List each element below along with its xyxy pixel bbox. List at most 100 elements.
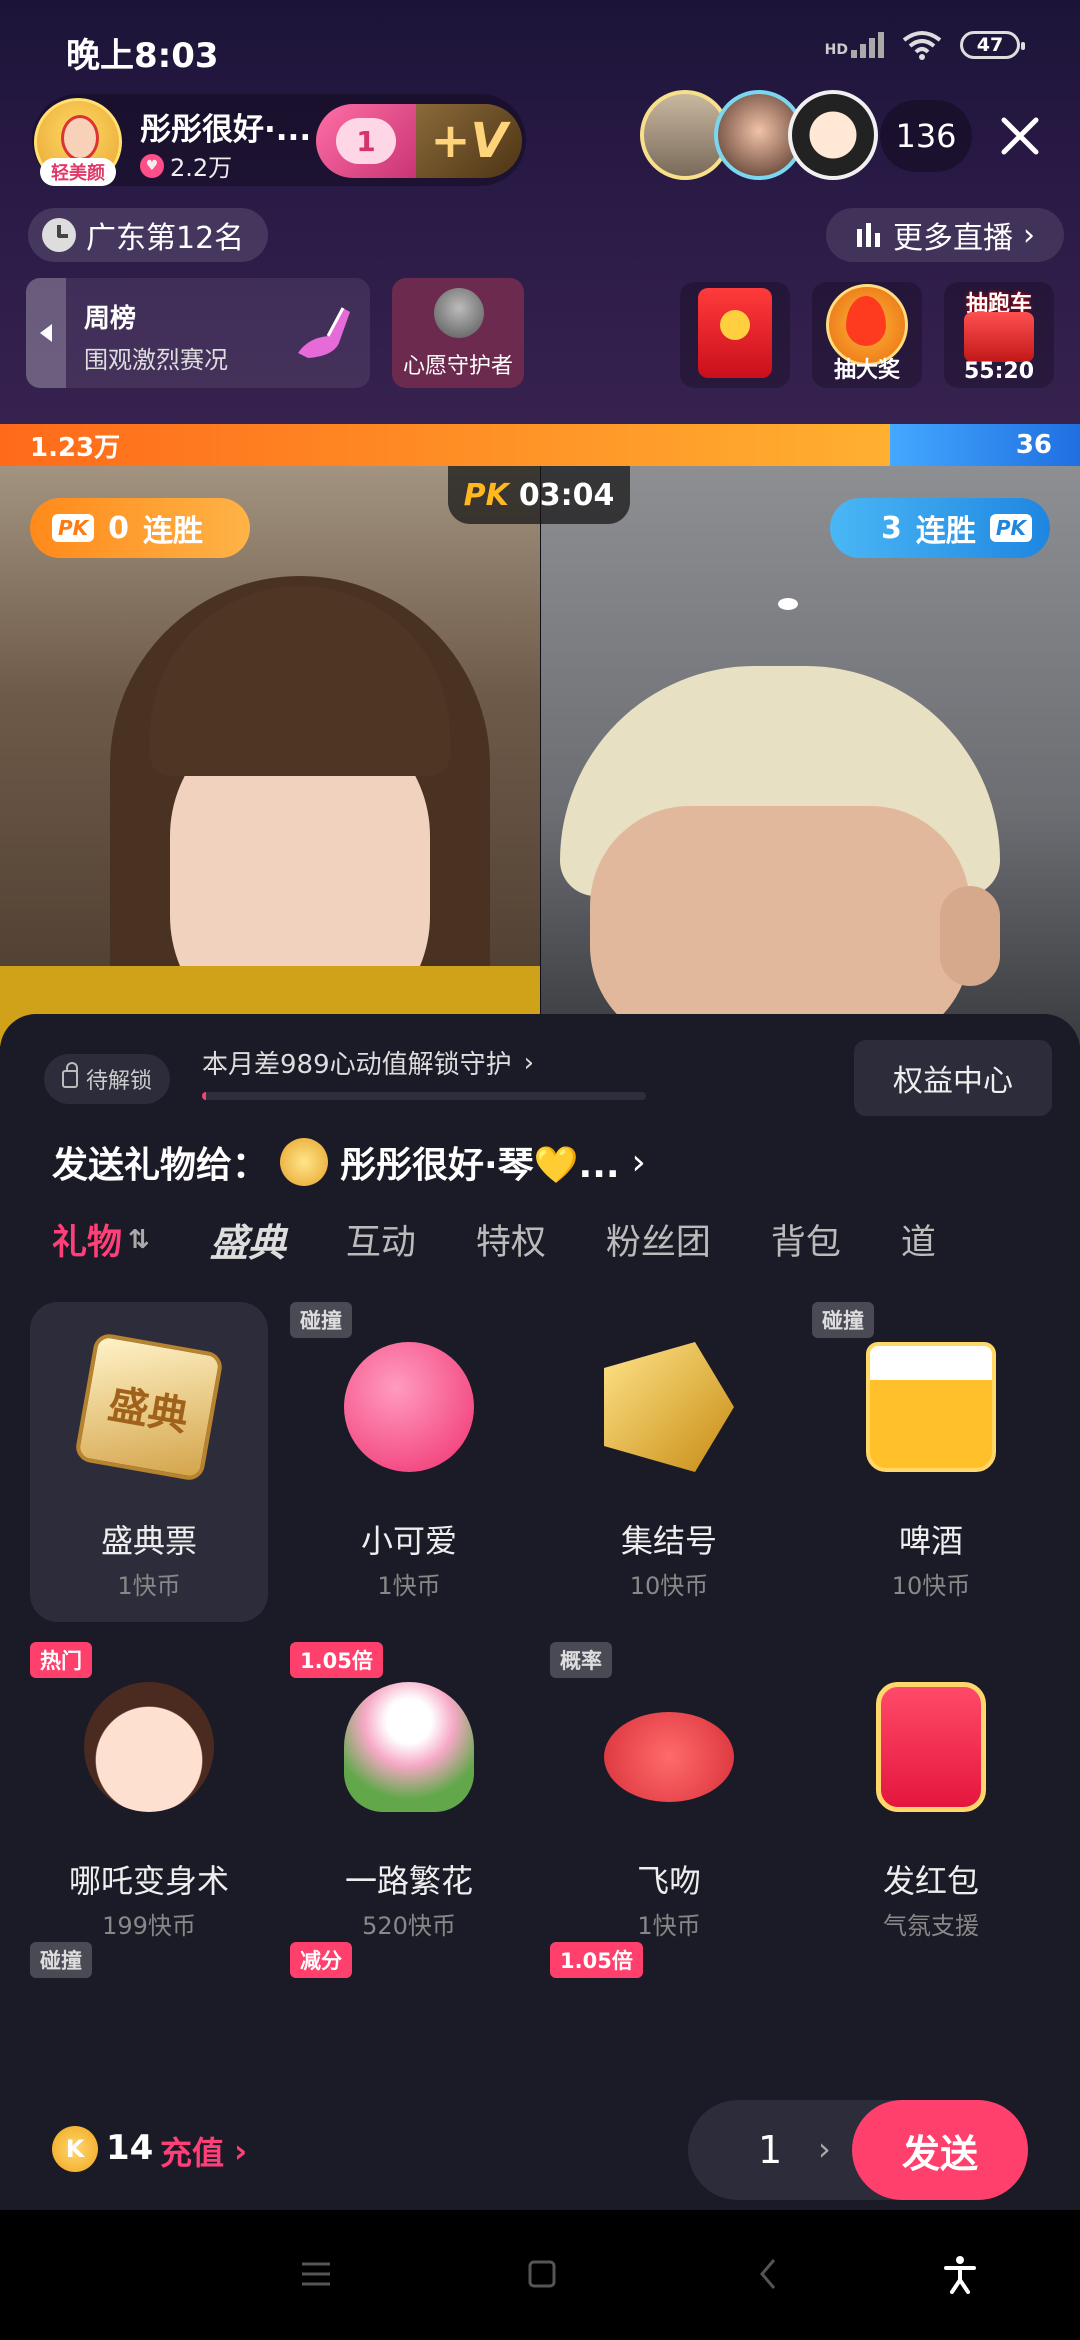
host-name[interactable]: 彤彤很好·...: [140, 104, 311, 149]
gift-item-beer[interactable]: 碰撞 啤酒 10快币: [812, 1302, 1050, 1622]
signal-icon: HD: [825, 32, 884, 58]
chevron-right-icon: ›: [1023, 217, 1035, 253]
gift-badge: 1.05倍: [550, 1942, 643, 1978]
wish-guardian-card[interactable]: 心愿守护者: [392, 278, 524, 388]
home-icon[interactable]: [522, 2254, 562, 2294]
gift-price: 1快币: [637, 1912, 701, 1940]
gift-badge: 碰撞: [30, 1942, 92, 1978]
gift-price: 10快币: [891, 1572, 971, 1600]
top-viewers[interactable]: [640, 90, 878, 180]
send-to-prefix: 发送礼物给：: [52, 1145, 269, 1186]
weekly-rank-card[interactable]: 周榜 围观激烈赛况: [26, 278, 370, 388]
chevron-right-icon: ›: [234, 2132, 248, 2170]
more-live-button[interactable]: 更多直播 ›: [826, 208, 1064, 262]
gift-row-partial: 碰撞 减分 1.05倍: [30, 1942, 1080, 2002]
tab-fan-club[interactable]: 粉丝团: [606, 1214, 711, 1265]
chevron-right-icon: ›: [523, 1047, 535, 1078]
host-likes: ♥ 2.2万: [140, 148, 232, 183]
right-win-streak: 3 连胜 PK: [830, 498, 1050, 558]
lips-icon: [604, 1712, 734, 1802]
menu-icon[interactable]: [296, 2254, 336, 2294]
left-win-streak: PK 0 连胜: [30, 498, 250, 558]
status-bar: 晚上8:03 HD 47: [0, 0, 1080, 90]
ticket-icon: 盛典: [73, 1331, 225, 1483]
gift-price: 520快币: [362, 1912, 456, 1940]
left-streak-count: 0: [108, 510, 130, 546]
coin-balance: 14: [106, 2128, 154, 2168]
gift-item-cutie[interactable]: 碰撞 小可爱 1快币: [290, 1302, 528, 1622]
gift-item-ceremony-ticket[interactable]: 盛典 盛典票 1快币: [30, 1302, 268, 1622]
pk-chip: PK: [989, 514, 1032, 542]
tab-interaction[interactable]: 互动: [346, 1214, 416, 1265]
gift-badge: 热门: [30, 1642, 92, 1678]
recipient-avatar: [280, 1138, 329, 1186]
chevron-right-icon: ›: [631, 1141, 646, 1183]
tab-gifts-label: 礼物: [52, 1223, 123, 1263]
pk-score-bar: 1.23万 36: [0, 424, 1080, 466]
gift-name: 哪吒变身术: [68, 1862, 229, 1900]
pk-timer: PK 03:04: [448, 466, 630, 524]
send-button[interactable]: 发送: [852, 2100, 1028, 2200]
system-nav-bar: [0, 2210, 1080, 2340]
more-live-label: 更多直播: [893, 221, 1013, 256]
tab-props[interactable]: 道: [901, 1214, 936, 1265]
car-lottery-activity[interactable]: 抽跑车 55:20: [944, 282, 1054, 388]
unlock-hint[interactable]: 本月差989心动值解锁守护 ›: [202, 1044, 534, 1081]
follow-vip-button[interactable]: 1 +V: [316, 104, 522, 178]
viewer-avatar[interactable]: [788, 90, 878, 180]
gift-price: 199快币: [102, 1912, 196, 1940]
coin-icon: K: [52, 2126, 98, 2172]
lottery-activity[interactable]: 抽大奖: [812, 282, 922, 388]
viewer-count[interactable]: 136: [880, 100, 972, 172]
weekly-title: 周榜: [84, 304, 137, 334]
back-icon[interactable]: [748, 2254, 788, 2294]
gift-name: 飞吻: [636, 1862, 701, 1900]
red-packet-activity[interactable]: [680, 282, 790, 388]
shoe-icon: [298, 307, 350, 358]
pk-left-score: 1.23万: [0, 424, 890, 466]
gift-badge: 碰撞: [812, 1302, 874, 1338]
chevron-right-icon[interactable]: ›: [818, 2130, 831, 2168]
gift-item-nezha[interactable]: 热门 哪吒变身术 199快币: [30, 1642, 268, 1962]
gift-name: 小可爱: [360, 1522, 457, 1560]
gift-badge: 碰撞: [290, 1302, 352, 1338]
beauty-tag: 轻美颜: [40, 158, 116, 186]
sort-icon[interactable]: ⇅: [128, 1225, 150, 1255]
fan-level-badge: 1: [336, 118, 396, 164]
gift-item-bugle[interactable]: 集结号 10快币: [550, 1302, 788, 1622]
wifi-icon: [902, 31, 942, 60]
signal-hd-label: HD: [824, 42, 848, 58]
pk-logo: PK: [463, 477, 509, 513]
red-packet-icon: [698, 288, 772, 378]
locked-tag: 待解锁: [44, 1054, 171, 1104]
pk-timer-value: 03:04: [518, 477, 615, 513]
live-header: 晚上8:03 HD 47 轻美颜 彤彤很好·... ♥ 2.2万 1 +V 13…: [0, 0, 1080, 425]
gift-badge: 1.05倍: [290, 1642, 383, 1678]
gift-box-icon: [964, 312, 1034, 362]
region-rank-tag[interactable]: 广东第12名: [28, 208, 269, 262]
send-to-recipient[interactable]: 发送礼物给： 彤彤很好·琴💛... ›: [52, 1136, 646, 1188]
tab-gifts[interactable]: 礼物 ⇅: [52, 1214, 150, 1265]
gift-item-kiss[interactable]: 概率 飞吻 1快币: [550, 1642, 788, 1962]
weekly-subtitle: 围观激烈赛况: [84, 346, 228, 374]
pk-right-score: 36: [890, 424, 1080, 466]
tab-backpack[interactable]: 背包: [771, 1214, 841, 1265]
gift-name: 发红包: [882, 1862, 979, 1900]
tab-privileges[interactable]: 特权: [476, 1214, 546, 1265]
recharge-button[interactable]: 充值 ›: [160, 2128, 247, 2174]
close-icon[interactable]: [990, 106, 1050, 166]
red-packet-icon: [876, 1682, 986, 1812]
tab-ceremony[interactable]: 盛典: [210, 1212, 286, 1267]
unlock-hint-text: 本月差989心动值解锁守护: [202, 1050, 512, 1080]
gift-badge: 概率: [550, 1642, 612, 1678]
right-streak-count: 3: [880, 510, 902, 546]
accessibility-icon[interactable]: [940, 2254, 980, 2294]
gift-item-flowers[interactable]: 1.05倍 一路繁花 520快币: [290, 1642, 528, 1962]
bars-icon: [857, 223, 880, 247]
gift-item-red-packet[interactable]: 发红包 气氛支援: [812, 1642, 1050, 1962]
gift-badge: 减分: [290, 1942, 352, 1978]
collapse-arrow-icon[interactable]: [26, 278, 66, 388]
gift-price: 1快币: [377, 1572, 441, 1600]
doll-icon: [84, 1682, 214, 1812]
benefits-center-button[interactable]: 权益中心: [854, 1040, 1052, 1116]
